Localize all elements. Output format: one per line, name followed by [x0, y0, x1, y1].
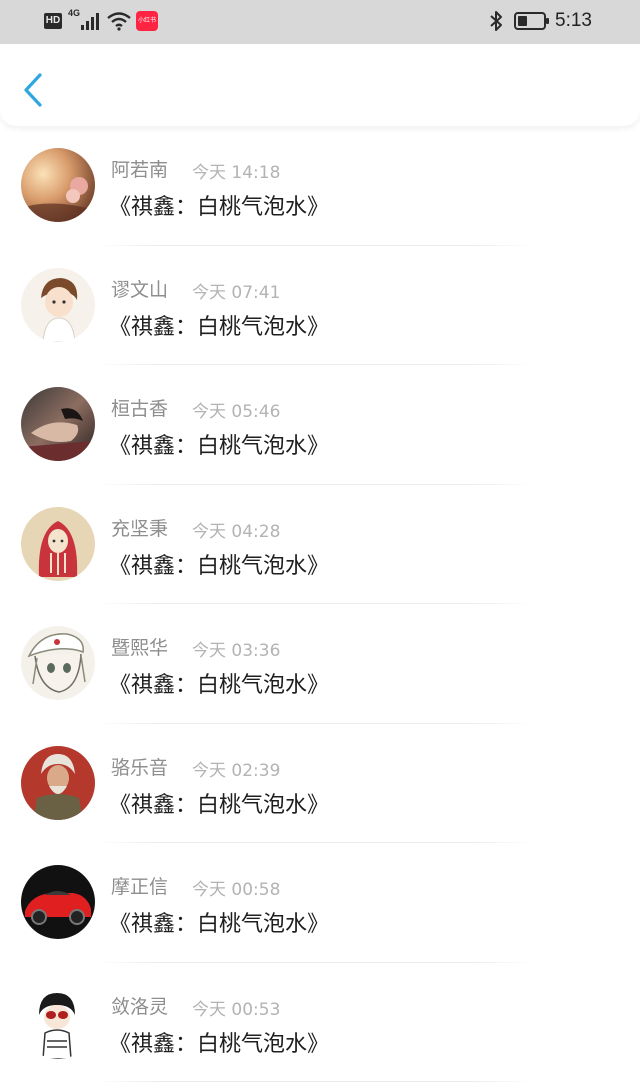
- timestamp: 今天 07:41: [192, 282, 281, 303]
- nav-header: [0, 44, 640, 126]
- list-item[interactable]: 摩正信 今天 00:58 《祺鑫：白桃气泡水》: [0, 843, 640, 963]
- message-title: 《祺鑫：白桃气泡水》: [109, 912, 330, 937]
- avatar[interactable]: [21, 267, 95, 342]
- avatar[interactable]: [21, 506, 95, 581]
- avatar[interactable]: [21, 626, 95, 700]
- timestamp: 今天 04:28: [192, 521, 281, 542]
- avatar[interactable]: [21, 865, 95, 939]
- page: HD 4G 小红书 5:13 阿若南 今天 14:18 《祺鑫：白桃气泡水》 谬…: [0, 0, 640, 1082]
- list-item[interactable]: 敛洛灵 今天 00:53 《祺鑫：白桃气泡水》: [0, 963, 640, 1082]
- sender-name: 阿若南: [111, 159, 169, 181]
- timestamp: 今天 00:58: [192, 880, 281, 900]
- message-title: 《祺鑫：白桃气泡水》: [109, 1031, 330, 1057]
- sender-name: 摩正信: [111, 876, 169, 898]
- timestamp: 今天 14:18: [192, 163, 281, 183]
- xiaohongshu-app-icon: 小红书: [136, 11, 158, 31]
- signal-icon: [81, 13, 99, 30]
- timestamp: 今天 02:39: [192, 760, 281, 781]
- message-title: 《祺鑫：白桃气泡水》: [109, 553, 330, 579]
- list-item[interactable]: 骆乐音 今天 02:39 《祺鑫：白桃气泡水》: [0, 724, 640, 843]
- list-item[interactable]: 暨熙华 今天 03:36 《祺鑫：白桃气泡水》: [0, 604, 640, 724]
- clock: 5:13: [555, 10, 592, 31]
- timestamp: 今天 00:53: [192, 999, 281, 1020]
- list-item[interactable]: 桓古香 今天 05:46 《祺鑫：白桃气泡水》: [0, 365, 640, 485]
- sender-name: 敛洛灵: [111, 995, 169, 1018]
- sender-name: 谬文山: [111, 278, 169, 301]
- hd-badge: HD: [44, 13, 62, 29]
- list-item[interactable]: 谬文山 今天 07:41 《祺鑫：白桃气泡水》: [0, 246, 640, 365]
- message-title: 《祺鑫：白桃气泡水》: [109, 792, 330, 818]
- sender-name: 桓古香: [111, 398, 169, 420]
- message-list: 阿若南 今天 14:18 《祺鑫：白桃气泡水》 谬文山 今天 07:41 《祺鑫…: [0, 126, 640, 1082]
- list-item[interactable]: 充坚秉 今天 04:28 《祺鑫：白桃气泡水》: [0, 485, 640, 604]
- wifi-icon: [107, 12, 131, 31]
- message-title: 《祺鑫：白桃气泡水》: [109, 195, 330, 220]
- network-type: 4G: [68, 8, 81, 18]
- status-bar: HD 4G 小红书 5:13: [0, 0, 640, 44]
- sender-name: 骆乐音: [111, 756, 169, 779]
- message-title: 《祺鑫：白桃气泡水》: [109, 434, 330, 459]
- battery-icon: [514, 12, 549, 30]
- message-title: 《祺鑫：白桃气泡水》: [109, 314, 330, 340]
- list-item[interactable]: 阿若南 今天 14:18 《祺鑫：白桃气泡水》: [0, 126, 640, 246]
- sender-name: 暨熙华: [111, 637, 169, 659]
- chevron-left-icon[interactable]: [20, 72, 46, 108]
- message-title: 《祺鑫：白桃气泡水》: [109, 673, 330, 698]
- bluetooth-icon: [490, 11, 502, 31]
- timestamp: 今天 03:36: [192, 641, 281, 661]
- avatar[interactable]: [21, 148, 95, 222]
- avatar[interactable]: [21, 745, 95, 820]
- timestamp: 今天 05:46: [192, 402, 281, 422]
- avatar[interactable]: [21, 387, 95, 461]
- avatar[interactable]: [21, 984, 95, 1059]
- sender-name: 充坚秉: [111, 517, 169, 540]
